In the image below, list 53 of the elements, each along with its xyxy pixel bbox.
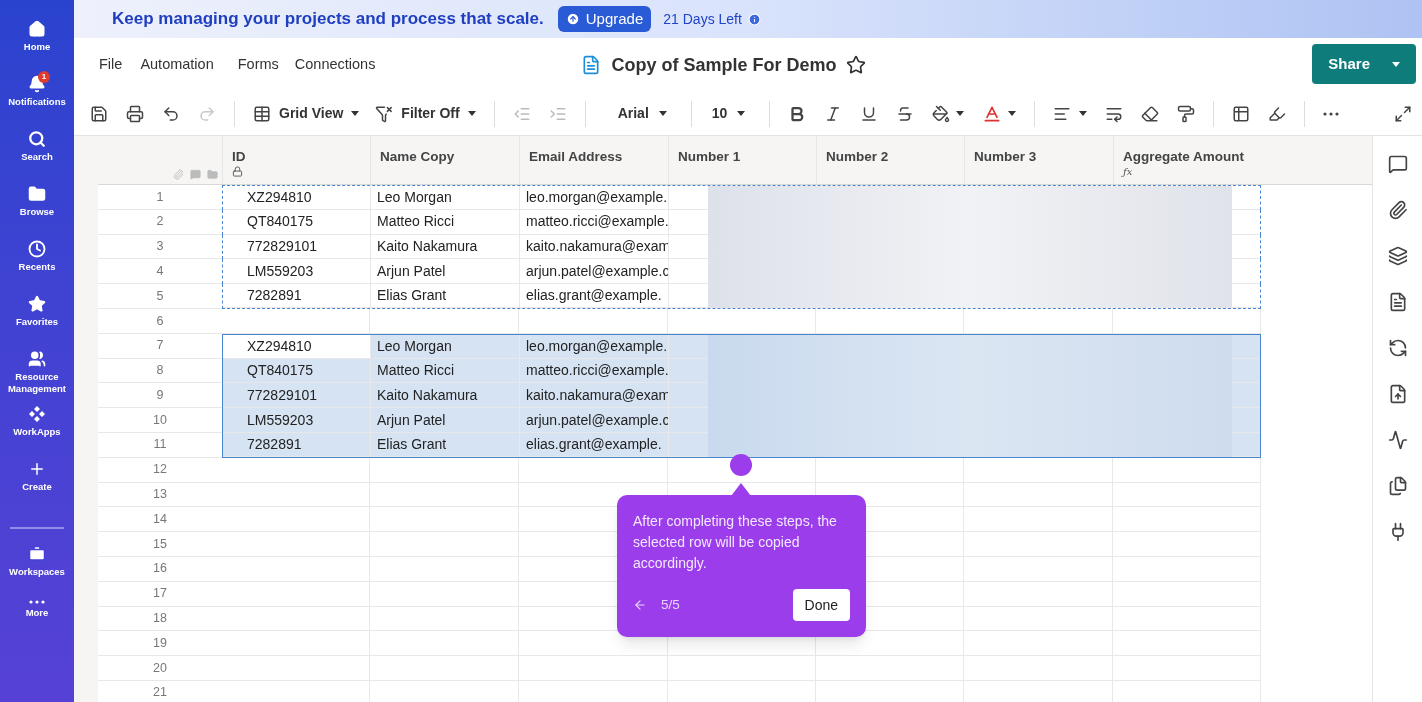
table-cell[interactable]: elias.grant@example. [520,432,669,457]
table-cell[interactable]: QT840175 [223,209,371,235]
menu-item[interactable]: Connections [294,54,376,76]
column-header[interactable]: Aggregate Amount ƒx [1113,136,1261,184]
table-cell[interactable]: Elias Grant [371,284,520,308]
menu-item[interactable]: Automation [140,54,214,76]
formula-icon: ƒx [1123,166,1133,178]
share-button[interactable]: Share [1312,44,1416,84]
upgrade-button[interactable]: Upgrade [557,6,652,32]
sidebar-item[interactable]: Resource Management [0,348,74,403]
sidebar-item[interactable]: WorkApps [0,403,74,458]
column-header[interactable]: Number 1 [668,136,816,184]
table-cell[interactable]: 7282891 [223,432,371,457]
table-cell[interactable]: Arjun Patel [371,408,520,433]
table-cell[interactable]: 7282891 [223,284,371,308]
banner-message: Keep managing your projects and process that scale. [112,8,544,31]
table-cell[interactable]: leo.morgan@example. [520,186,669,210]
notification-badge: 1 [38,71,50,83]
column-header[interactable]: ID [222,136,370,184]
table-cell[interactable]: Matteo Ricci [371,209,520,235]
document-title: Copy of Sample For Demo [611,53,837,77]
menu-item[interactable]: Forms [237,54,279,76]
table-cell[interactable]: leo.morgan@example. [520,334,669,359]
days-left: 21 Days Left [663,9,742,29]
table-cell[interactable]: LM559203 [223,408,371,433]
sidebar-item[interactable]: Recents [0,238,74,293]
table-cell[interactable]: matteo.ricci@example. [520,209,669,235]
font-dropdown[interactable]: Arial [617,103,667,124]
menu-item[interactable]: File [99,54,123,76]
tooltip-text: After completing these steps, the selected row will be copied accordingly. [633,512,838,573]
font-size-dropdown[interactable]: 10 [711,103,746,124]
column-header[interactable]: Number 2 [816,136,964,184]
sidebar-item[interactable]: Workspaces [0,543,74,598]
column-header[interactable]: Name Copy [370,136,519,184]
sidebar-item[interactable]: Favorites [0,293,74,348]
column-header[interactable]: Email Address [519,136,668,184]
done-button[interactable]: Done [792,589,850,621]
sidebar-item[interactable]: 1 Notifications [0,73,74,128]
sidebar-item[interactable]: More [0,598,74,653]
table-cell[interactable]: Leo Morgan [371,186,520,210]
table-cell[interactable]: elias.grant@example. [520,284,669,308]
view-dropdown[interactable]: Grid View [253,103,360,124]
column-header[interactable]: Number 3 [964,136,1113,184]
step-counter: 5/5 [661,595,680,614]
sidebar-item[interactable]: Browse [0,183,74,238]
table-cell[interactable]: XZ294810 [223,334,371,359]
sidebar-item[interactable]: Create [0,458,74,513]
table-cell[interactable]: XZ294810 [223,186,371,210]
table-cell[interactable]: Elias Grant [371,432,520,457]
sidebar-item[interactable]: Search [0,128,74,183]
table-cell[interactable]: Leo Morgan [371,334,520,359]
filter-dropdown[interactable]: Filter Off [375,103,476,124]
sidebar-item[interactable]: Home [0,18,74,73]
